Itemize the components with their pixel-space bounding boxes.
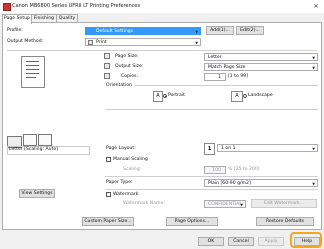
divider bbox=[105, 109, 318, 110]
portrait-label: Portrait bbox=[168, 93, 185, 98]
landscape-glyph: A bbox=[231, 91, 243, 102]
help-highlight-ring bbox=[290, 232, 322, 248]
page-size-icon bbox=[104, 53, 110, 59]
manual-scaling-checkbox[interactable] bbox=[106, 157, 111, 162]
scaling-input[interactable]: 100 bbox=[204, 166, 226, 174]
view-settings-button[interactable]: View Settings bbox=[19, 189, 55, 198]
output-size-value: Match Page Size bbox=[208, 65, 246, 70]
tab-page-setup[interactable]: Page Setup bbox=[2, 14, 32, 24]
scaling-value: 100 bbox=[212, 168, 221, 173]
output-size-label: Output Size: bbox=[115, 64, 144, 69]
divider bbox=[135, 85, 318, 86]
copies-icon bbox=[104, 73, 110, 79]
page-size-select[interactable]: Letter ▼ bbox=[204, 53, 318, 61]
page-layout-select[interactable]: 1 on 1 ▼ bbox=[217, 144, 318, 152]
window-title: Canon MB6800 Series UFRII LT Printing Pr… bbox=[12, 3, 141, 9]
watermark-checkbox[interactable] bbox=[106, 192, 111, 197]
copies-value: 1 bbox=[218, 75, 221, 80]
scaling-range: % [25 to 200] bbox=[228, 167, 260, 172]
portrait-radio[interactable] bbox=[163, 94, 167, 98]
landscape-radio[interactable] bbox=[243, 94, 247, 98]
printing-preferences-window: Canon MB6800 Series UFRII LT Printing Pr… bbox=[0, 0, 324, 249]
output-method-select[interactable]: Print ▼ bbox=[85, 38, 201, 46]
page-layout-value: 1 on 1 bbox=[221, 146, 236, 151]
output-method-label: Output Method: bbox=[7, 39, 44, 44]
chevron-down-icon: ▼ bbox=[312, 56, 315, 60]
page-options-button[interactable]: Page Options... bbox=[166, 217, 218, 226]
chevron-down-icon: ▼ bbox=[195, 41, 198, 45]
watermark-name-label: Watermark Name: bbox=[123, 201, 165, 206]
paper-type-label: Paper Type: bbox=[106, 180, 133, 185]
output-method-value: Print bbox=[96, 40, 107, 45]
copies-range: [1 to 99] bbox=[228, 74, 248, 79]
divider bbox=[105, 176, 318, 177]
paper-type-select[interactable]: Plain [60-90 g/m2] ▼ bbox=[204, 179, 318, 187]
cancel-button[interactable]: Cancel bbox=[228, 237, 254, 246]
manual-scaling-label: Manual Scaling bbox=[113, 157, 148, 162]
printer-icon bbox=[88, 39, 93, 45]
chevron-down-icon: ▼ bbox=[312, 147, 315, 151]
output-size-icon bbox=[104, 63, 110, 69]
title-bar: Canon MB6800 Series UFRII LT Printing Pr… bbox=[0, 0, 324, 13]
dialog-footer: OK Cancel Apply Help bbox=[0, 230, 324, 249]
preview-caption: Letter [Scaling: Auto] bbox=[7, 146, 90, 155]
chevron-down-icon: ▼ bbox=[312, 182, 315, 186]
chevron-down-icon: ▼ bbox=[312, 66, 315, 70]
copies-label: Copies: bbox=[121, 74, 138, 79]
paper-preview-icon bbox=[38, 134, 52, 146]
copies-input[interactable]: 1 bbox=[204, 73, 226, 81]
divider bbox=[105, 189, 318, 190]
page-setup-panel: Profile: Default Settings ▼ Add(1)... Ed… bbox=[2, 22, 322, 230]
paper-preview-icon bbox=[23, 134, 37, 146]
edit-watermark-button[interactable]: Edit Watermark... bbox=[251, 199, 317, 208]
watermark-select[interactable]: CONFIDENTIAL ▼ bbox=[204, 200, 246, 208]
page-size-value: Letter bbox=[208, 55, 222, 60]
scaling-label: Scaling: bbox=[123, 167, 142, 172]
watermark-value: CONFIDENTIAL bbox=[208, 202, 242, 207]
custom-paper-size-button[interactable]: Custom Paper Size... bbox=[82, 217, 134, 226]
profile-select[interactable]: Default Settings ▼ bbox=[85, 27, 201, 35]
apply-button[interactable]: Apply bbox=[258, 237, 284, 246]
watermark-label: Watermark bbox=[113, 192, 139, 197]
portrait-glyph: A bbox=[153, 91, 163, 102]
landscape-label: Landscape bbox=[248, 93, 273, 98]
page-layout-glyph: 1 bbox=[204, 143, 215, 155]
orientation-label: Orientation bbox=[106, 83, 132, 88]
divider bbox=[7, 50, 317, 51]
restore-defaults-button[interactable]: Restore Defaults bbox=[256, 217, 314, 226]
output-size-select[interactable]: Match Page Size ▼ bbox=[204, 63, 318, 71]
page-size-label: Page Size: bbox=[115, 54, 139, 59]
printer-app-icon bbox=[3, 3, 11, 11]
page-preview bbox=[21, 56, 45, 88]
page-layout-label: Page Layout: bbox=[106, 146, 136, 151]
chevron-down-icon: ▼ bbox=[240, 203, 243, 207]
profile-value: Default Settings bbox=[96, 29, 134, 34]
edit-profile-button[interactable]: Edit(2)... bbox=[236, 26, 264, 35]
add-profile-button[interactable]: Add(1)... bbox=[206, 26, 234, 35]
profile-label: Profile: bbox=[7, 28, 23, 33]
close-icon[interactable]: ✕ bbox=[310, 2, 322, 11]
ok-button[interactable]: OK bbox=[198, 237, 224, 246]
paper-type-value: Plain [60-90 g/m2] bbox=[208, 181, 251, 186]
chevron-down-icon: ▼ bbox=[195, 30, 198, 34]
